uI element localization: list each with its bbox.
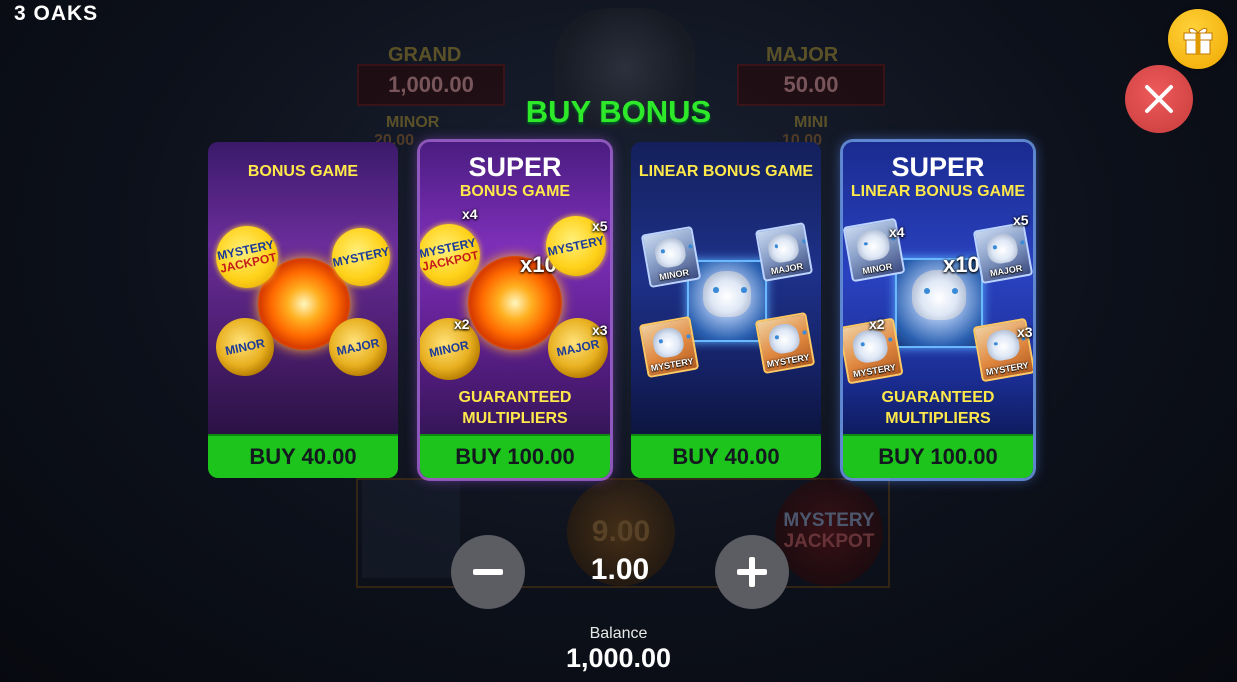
bonus-card-bonus-game[interactable]: BONUS GAME MYSTERY JACKPOT MYSTERY MINOR …: [208, 142, 398, 478]
bg-tiger-symbol: [362, 480, 460, 578]
tiger-icon: [851, 327, 890, 365]
bonus-card-linear-bonus-game[interactable]: LINEAR BONUS GAME MINOR MAJOR MYSTERY MY…: [631, 142, 821, 478]
tile-minor: MINOR: [640, 225, 702, 289]
multiplier-major: x5: [1013, 212, 1029, 228]
gift-icon: [1183, 27, 1213, 55]
multiplier-major: x3: [592, 322, 608, 338]
buy-bonus-title: BUY BONUS: [525, 94, 712, 129]
tiger-icon: [702, 271, 752, 317]
tiger-icon: [854, 227, 892, 264]
multiplier-minor: x4: [889, 224, 905, 240]
balance-label: Balance: [589, 625, 648, 642]
buy-super-linear-bonus-game-button[interactable]: BUY 100.00: [843, 434, 1033, 478]
guarantee-line-2: MULTIPLIERS: [462, 410, 568, 427]
balance-value: 1,000.00: [565, 643, 672, 673]
card-super-title: SUPER: [891, 152, 985, 182]
bg-mystery-word: MYSTERY: [783, 510, 875, 532]
card-subtitle: LINEAR BONUS GAME: [850, 183, 1026, 200]
tiger-icon: [652, 235, 688, 270]
decrease-bet-button[interactable]: [451, 535, 525, 609]
multiplier-mystery-left: x2: [869, 316, 885, 332]
tile-mystery-right: MYSTERY: [754, 311, 816, 375]
guarantee-line-1: GUARANTEED: [458, 389, 572, 406]
guaranteed-multipliers-text: GUARANTEED MULTIPLIERS: [420, 387, 610, 429]
card-subtitle: BONUS GAME: [247, 163, 359, 180]
bg-jackpot-word: JACKPOT: [783, 531, 875, 552]
increase-bet-button[interactable]: [715, 535, 789, 609]
multiplier-mystery-jackpot: x4: [462, 206, 478, 222]
multiplier-mystery: x5: [592, 218, 608, 234]
card-subtitle: BONUS GAME: [459, 183, 571, 200]
bg-coin-value: 9.00: [591, 515, 651, 548]
card-super-title: SUPER: [468, 152, 562, 182]
tile-major: MAJOR: [754, 222, 814, 282]
tiger-icon: [650, 325, 686, 360]
buy-linear-bonus-game-button[interactable]: BUY 40.00: [631, 434, 821, 478]
multiplier-minor: x2: [454, 316, 470, 332]
tile-major: MAJOR: [972, 221, 1033, 285]
tiger-icon: [766, 321, 802, 356]
brand-logo: 3 OAKS: [14, 2, 99, 25]
tiger-icon: [766, 231, 801, 264]
bonus-card-super-bonus-game[interactable]: SUPER BONUS GAME x10 MYSTERY JACKPOT x4 M…: [420, 142, 610, 478]
guaranteed-multipliers-text: GUARANTEED MULTIPLIERS: [843, 387, 1033, 429]
tile-mystery-left: MYSTERY: [638, 315, 700, 379]
guarantee-line-2: MULTIPLIERS: [885, 410, 991, 427]
card-art: SUPER BONUS GAME x10 MYSTERY JACKPOT x4 M…: [420, 142, 610, 434]
plus-icon: [737, 557, 767, 587]
guarantee-line-1: GUARANTEED: [881, 389, 995, 406]
bonus-card-super-linear-bonus-game[interactable]: SUPER LINEAR BONUS GAME x10 MINOR x4 MAJ…: [843, 142, 1033, 478]
multiplier-mystery-right: x3: [1017, 324, 1033, 340]
tiger-icon: [984, 231, 1020, 266]
multiplier-center: x10: [943, 252, 980, 277]
card-art: SUPER LINEAR BONUS GAME x10 MINOR x4 MAJ…: [843, 142, 1033, 434]
buy-super-bonus-game-button[interactable]: BUY 100.00: [420, 434, 610, 478]
card-art: LINEAR BONUS GAME MINOR MAJOR MYSTERY MY…: [631, 142, 821, 434]
minus-icon: [473, 569, 503, 575]
buy-bonus-game-button[interactable]: BUY 40.00: [208, 434, 398, 478]
bet-value: 1.00: [590, 553, 650, 586]
card-art: BONUS GAME MYSTERY JACKPOT MYSTERY MINOR …: [208, 142, 398, 434]
card-subtitle: LINEAR BONUS GAME: [638, 163, 814, 180]
bg-mystery-jackpot: MYSTERY JACKPOT: [775, 478, 883, 586]
gift-button[interactable]: [1168, 9, 1228, 69]
